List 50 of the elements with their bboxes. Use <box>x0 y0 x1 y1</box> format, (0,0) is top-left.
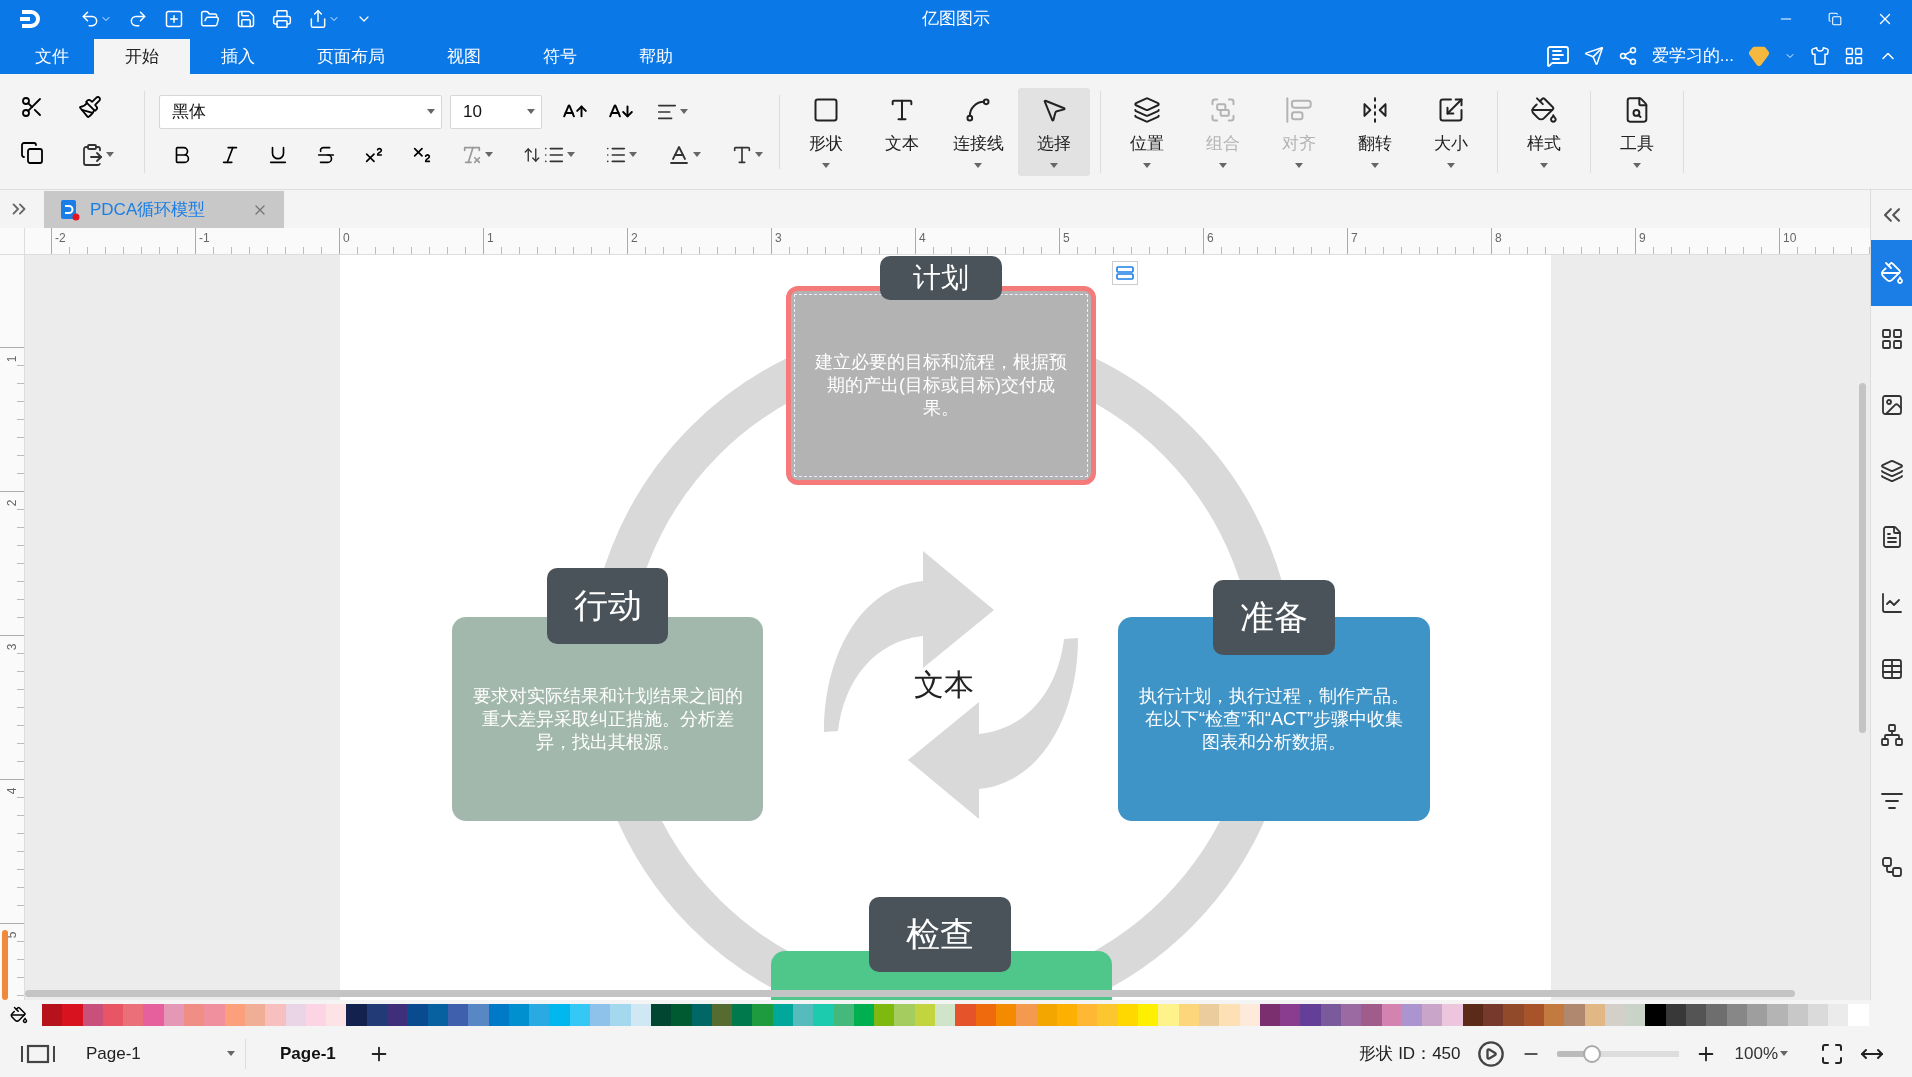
tool-button[interactable]: 样式 <box>1508 87 1580 176</box>
ruler-label: 2 <box>630 231 638 245</box>
stage-title[interactable]: 检查 <box>869 897 1011 972</box>
page-tab[interactable]: Page-1 <box>274 1042 342 1065</box>
ruler-label: 6 <box>1206 231 1214 245</box>
ruler-label: 3 <box>774 231 782 245</box>
window-title: 亿图图示 <box>922 8 990 30</box>
document-title: PDCA循环模型 <box>90 199 207 221</box>
menu-tab[interactable]: 插入 <box>190 39 286 74</box>
tool-button[interactable]: 选择 <box>1018 87 1090 176</box>
ruler-label: 8 <box>1494 231 1502 245</box>
ruler-label: 7 <box>1350 231 1358 245</box>
tool-button[interactable]: 连接线 <box>942 87 1014 176</box>
stage-title[interactable]: 准备 <box>1213 580 1335 655</box>
zoom-level-select[interactable]: 100% <box>1732 1041 1790 1066</box>
stage-description: 建立必要的目标和流程，根据预期的产出(目标或目标)交付成果。 <box>814 351 1068 420</box>
tool-button[interactable]: 工具 <box>1601 87 1673 176</box>
font-size-select[interactable]: 10 <box>450 94 542 129</box>
ruler-label: -1 <box>198 231 210 245</box>
menu-tab[interactable]: 开始 <box>94 39 190 74</box>
stage-description: 执行计划，执行过程，制作产品。在以下“检查”和“ACT”步骤中收集图表和分析数据。 <box>1138 684 1410 754</box>
center-text: 文本 <box>914 666 974 703</box>
menu-tab[interactable]: 页面布局 <box>286 39 416 74</box>
tool-button[interactable]: 形状 <box>790 87 862 176</box>
ruler-label: 9 <box>1638 231 1646 245</box>
tool-button[interactable]: 文本 <box>866 87 938 176</box>
menu-tab[interactable]: 符号 <box>512 39 608 74</box>
ruler-label: 2 <box>5 499 19 507</box>
ruler-label: 10 <box>1782 231 1797 245</box>
menu-tab[interactable]: 视图 <box>416 39 512 74</box>
tool-button[interactable]: 位置 <box>1111 87 1183 176</box>
ruler-label: 0 <box>342 231 350 245</box>
ruler-label: 4 <box>5 787 19 795</box>
page-select[interactable]: Page-1 <box>86 1038 246 1069</box>
tool-button[interactable]: 翻转 <box>1339 87 1411 176</box>
menu-tab[interactable]: 帮助 <box>608 39 704 74</box>
stage-description: 要求对实际结果和计划结果之间的重大差异采取纠正措施。分析差异，找出其根源。 <box>472 684 743 754</box>
menu-tab[interactable]: 文件 <box>10 39 94 74</box>
ruler-label: 1 <box>486 231 494 245</box>
ruler-label: 4 <box>918 231 926 245</box>
ruler-label: 1 <box>5 355 19 363</box>
shape-id: 形状 ID：450 <box>1359 1043 1461 1065</box>
user-name[interactable]: 爱学习的... <box>1651 44 1734 67</box>
ruler-label: 5 <box>1062 231 1070 245</box>
stage-title[interactable]: 行动 <box>547 568 668 644</box>
stage-title[interactable]: 计划 <box>880 256 1002 300</box>
font-select[interactable]: 黑体 <box>159 94 442 129</box>
ruler-label: -2 <box>54 231 66 245</box>
ruler-label: 3 <box>5 643 19 651</box>
tool-button[interactable]: 大小 <box>1415 87 1487 176</box>
